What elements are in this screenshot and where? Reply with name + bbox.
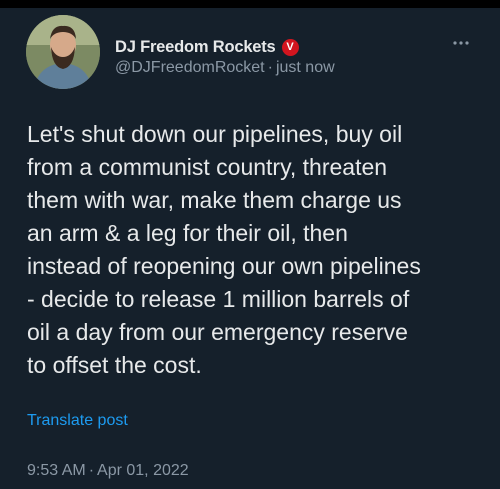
post-timestamp: 9:53 AM · Apr 01, 2022 — [27, 462, 189, 480]
author-meta: @DJFreedomRocket · just now — [115, 59, 335, 77]
post-card: DJ Freedom Rockets V @DJFreedomRocket · … — [0, 8, 500, 489]
author-handle[interactable]: @DJFreedomRocket — [115, 59, 265, 77]
more-horizontal-icon — [453, 41, 469, 45]
post-date[interactable]: Apr 01, 2022 — [97, 462, 189, 480]
display-name[interactable]: DJ Freedom Rockets — [115, 38, 276, 57]
relative-time[interactable]: just now — [276, 59, 335, 77]
verified-badge-icon: V — [281, 38, 299, 56]
timestamp-separator: · — [88, 462, 95, 479]
meta-separator: · — [267, 59, 273, 76]
author-row: DJ Freedom Rockets V — [115, 35, 299, 59]
post-time[interactable]: 9:53 AM — [27, 462, 86, 480]
translate-post-link[interactable]: Translate post — [27, 412, 128, 430]
more-options-button[interactable] — [448, 30, 474, 56]
avatar[interactable] — [26, 15, 100, 89]
post-text: Let's shut down our pipelines, buy oil f… — [27, 121, 421, 378]
avatar-image — [26, 15, 100, 89]
